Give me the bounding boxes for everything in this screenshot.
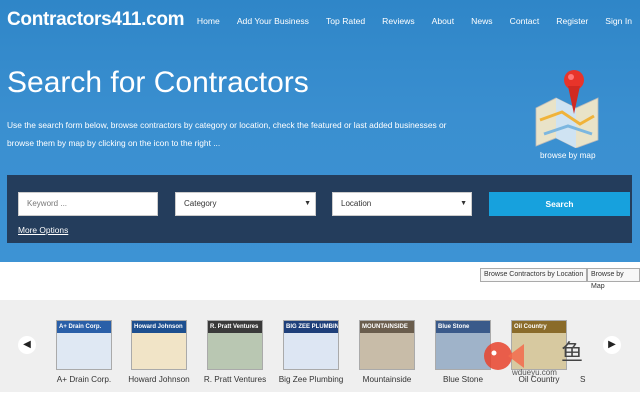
nav-top-rated[interactable]: Top Rated bbox=[326, 16, 365, 26]
category-select[interactable]: Category ▼ bbox=[175, 192, 316, 216]
watermark-url: wdueyu.com bbox=[512, 368, 557, 377]
browse-by-map-label[interactable]: browse by map bbox=[540, 151, 596, 160]
carousel-prev-icon[interactable]: ◀ bbox=[18, 336, 36, 354]
browse-by-location-button[interactable]: Browse Contractors by Location bbox=[480, 268, 588, 282]
carousel-item[interactable]: R. Pratt Ventures R. Pratt Ventures bbox=[204, 320, 266, 384]
search-panel: Keyword ... Category ▼ Location ▼ Search… bbox=[7, 175, 632, 243]
nav-about[interactable]: About bbox=[432, 16, 454, 26]
thumb-title: MOUNTAINSIDE bbox=[360, 321, 414, 333]
carousel-next-icon[interactable]: ▶ bbox=[603, 336, 621, 354]
nav-contact[interactable]: Contact bbox=[510, 16, 540, 26]
business-thumbnail: R. Pratt Ventures bbox=[207, 320, 263, 370]
business-thumbnail: BIG ZEE PLUMBING bbox=[283, 320, 339, 370]
more-options-link[interactable]: More Options bbox=[18, 225, 68, 235]
location-select[interactable]: Location ▼ bbox=[332, 192, 472, 216]
thumb-title: R. Pratt Ventures bbox=[208, 321, 262, 333]
carousel-item[interactable]: A+ Drain Corp. A+ Drain Corp. bbox=[56, 320, 112, 384]
nav-news[interactable]: News bbox=[471, 16, 493, 26]
nav-sign-in[interactable]: Sign In bbox=[605, 16, 632, 26]
category-select-value: Category bbox=[184, 199, 217, 208]
carousel-item[interactable]: MOUNTAINSIDE Mountainside bbox=[359, 320, 415, 384]
browse-by-map-button[interactable]: Browse by Map bbox=[587, 268, 640, 290]
nav-register[interactable]: Register bbox=[556, 16, 588, 26]
hero-section: Contractors411.com Home Add Your Busines… bbox=[0, 0, 640, 262]
nav-add-business[interactable]: Add Your Business bbox=[237, 16, 309, 26]
nav-home[interactable]: Home bbox=[197, 16, 220, 26]
carousel-item[interactable]: Howard Johnson Howard Johnson bbox=[128, 320, 190, 384]
thumb-title: Howard Johnson bbox=[132, 321, 186, 333]
thumb-title: A+ Drain Corp. bbox=[57, 321, 111, 333]
keyword-input[interactable]: Keyword ... bbox=[18, 192, 158, 216]
watermark-cn-text: 鱼 bbox=[561, 340, 584, 365]
carousel-item[interactable]: BIG ZEE PLUMBING Big Zee Plumbing bbox=[279, 320, 343, 384]
main-nav: Home Add Your Business Top Rated Reviews… bbox=[197, 16, 632, 26]
caret-down-icon: ▼ bbox=[460, 200, 467, 207]
hero-description: Use the search form below, browse contra… bbox=[7, 120, 447, 148]
page-title: Search for Contractors bbox=[7, 66, 309, 99]
business-thumbnail: A+ Drain Corp. bbox=[56, 320, 112, 370]
location-select-value: Location bbox=[341, 199, 372, 208]
map-icon[interactable] bbox=[532, 68, 602, 148]
business-thumbnail: MOUNTAINSIDE bbox=[359, 320, 415, 370]
site-logo[interactable]: Contractors411.com bbox=[7, 9, 185, 31]
nav-reviews[interactable]: Reviews bbox=[382, 16, 414, 26]
search-button[interactable]: Search bbox=[489, 192, 630, 216]
business-thumbnail: Howard Johnson bbox=[131, 320, 187, 370]
thumb-title: BIG ZEE PLUMBING bbox=[284, 321, 338, 333]
caret-down-icon: ▼ bbox=[304, 200, 311, 207]
